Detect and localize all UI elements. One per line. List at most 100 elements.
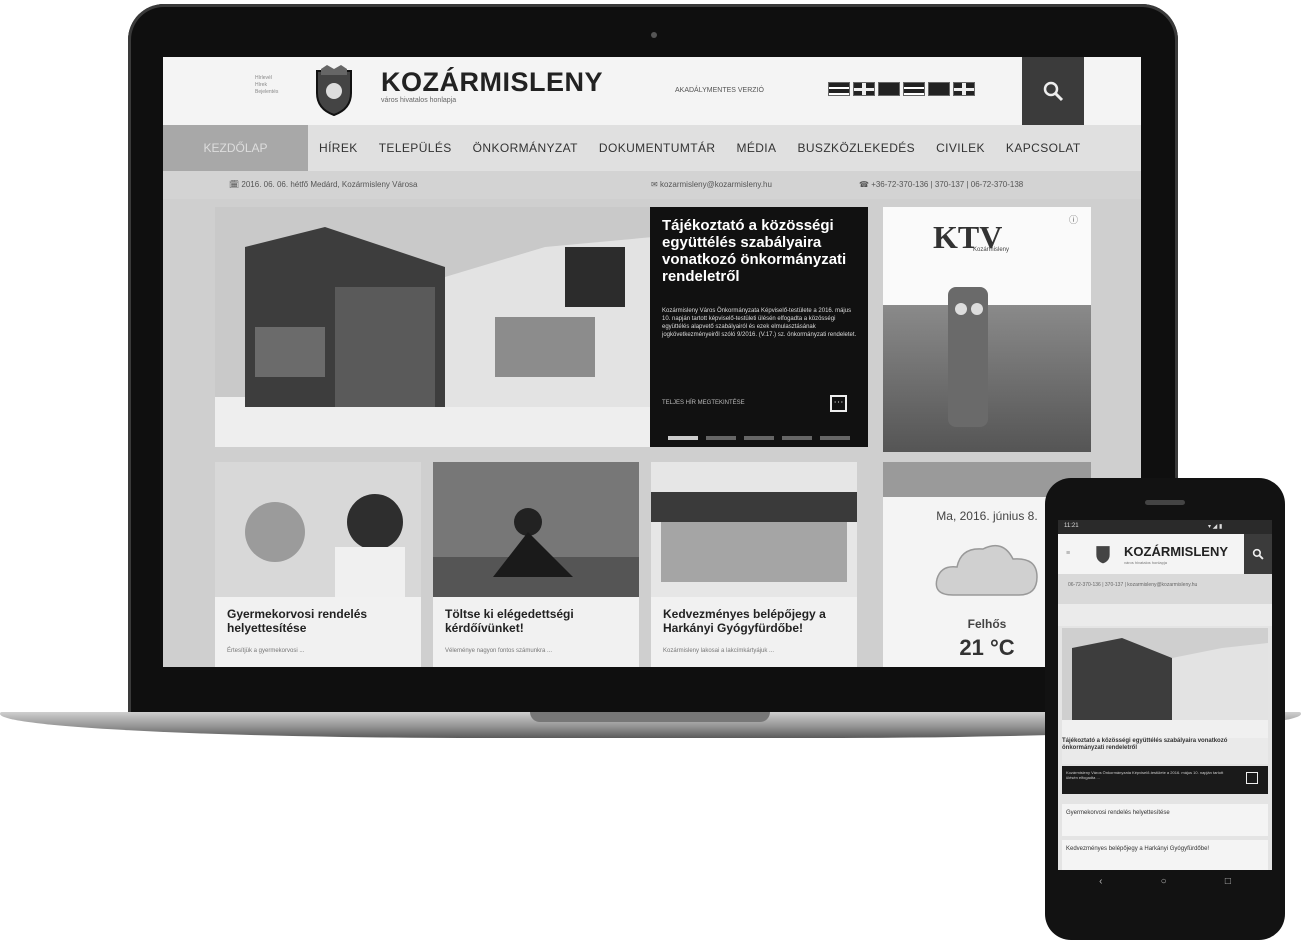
nav-item-settlement[interactable]: TELEPÜLÉS bbox=[379, 141, 452, 155]
flag-fi-icon[interactable] bbox=[953, 82, 975, 96]
mini-menu-item[interactable]: Hírlevél bbox=[255, 75, 295, 82]
hero-read-more-link[interactable]: TELJES HÍR MEGTEKINTÉSE bbox=[662, 400, 745, 406]
nav-item-home[interactable]: KEZDŐLAP bbox=[163, 125, 308, 171]
laptop-notch bbox=[530, 712, 770, 722]
phone-header: ≡ KOZÁRMISLENY város hivatalos honlapja bbox=[1058, 534, 1272, 574]
site-title[interactable]: KOZÁRMISLENY bbox=[381, 67, 603, 98]
hero-pagination bbox=[650, 428, 868, 447]
site-header: Hírlevél Hírek Bejelentés KOZÁRMISLENY v… bbox=[163, 57, 1141, 125]
news-card[interactable]: Gyermekorvosi rendelés helyettesítése Ér… bbox=[215, 462, 421, 667]
language-flags bbox=[828, 81, 975, 97]
news-title[interactable]: Gyermekorvosi rendelés helyettesítése bbox=[227, 607, 412, 635]
town-hall-image bbox=[215, 207, 653, 447]
cloud-icon bbox=[935, 544, 1038, 596]
home-icon[interactable]: ○ bbox=[1161, 876, 1167, 887]
camera-icon bbox=[651, 32, 657, 38]
search-button[interactable] bbox=[1022, 57, 1084, 125]
search-icon bbox=[1043, 81, 1064, 102]
news-image bbox=[215, 462, 421, 597]
more-icon[interactable]: ⋯ bbox=[830, 395, 847, 412]
news-card[interactable]: Kedvezményes belépőjegy a Harkányi Gyógy… bbox=[651, 462, 857, 667]
phone-status-bar: 11:21 ▾ ◢ ▮ bbox=[1058, 520, 1272, 534]
laptop-screen: Hírlevél Hírek Bejelentés KOZÁRMISLENY v… bbox=[163, 57, 1141, 667]
calendar-icon: 🗓 bbox=[229, 180, 242, 189]
news-excerpt: Értesítjük a gyermekorvosi ... bbox=[227, 648, 305, 654]
news-title[interactable]: Töltse ki elégedettségi kérdőívünket! bbox=[445, 607, 630, 635]
phone-news-item[interactable]: Gyermekorvosi rendelés helyettesítése bbox=[1062, 804, 1268, 836]
hero-dot[interactable] bbox=[782, 435, 812, 440]
info-date: 🗓 2016. 06. 06. hétfő Medárd, Kozármisle… bbox=[229, 180, 418, 189]
phone-search-button[interactable] bbox=[1244, 534, 1272, 574]
mini-menu-item[interactable]: Hírek bbox=[255, 82, 295, 89]
news-image bbox=[433, 462, 639, 597]
nav-item-news[interactable]: HÍREK bbox=[319, 141, 358, 155]
accessibility-link[interactable]: AKADÁLYMENTES VERZIÓ bbox=[675, 87, 764, 94]
ad-caption: Kozármisleny bbox=[973, 247, 1010, 253]
info-phone-text: +36-72-370-136 | 370-137 | 06-72-370-138 bbox=[871, 180, 1024, 189]
news-excerpt: Kozármisleny lakosai a lakcímkártyájuk .… bbox=[663, 648, 775, 654]
mini-menu-item[interactable]: Bejelentés bbox=[255, 89, 295, 96]
statue-image bbox=[948, 287, 988, 427]
nav-item-civil[interactable]: CIVILEK bbox=[936, 141, 985, 155]
nav-item-documents[interactable]: DOKUMENTUMTÁR bbox=[599, 141, 716, 155]
phone-news-title[interactable]: Gyermekorvosi rendelés helyettesítése bbox=[1062, 804, 1268, 822]
nav-item-bus[interactable]: BUSZKÖZLEKEDÉS bbox=[797, 141, 915, 155]
ad-banner[interactable]: KTV Kozármisleny ⓘ bbox=[883, 207, 1091, 452]
phone-info-text: 06-72-370-136 | 370-137 | kozarmisleny@k… bbox=[1068, 582, 1198, 588]
main-nav: KEZDŐLAP HÍREK TELEPÜLÉS ÖNKORMÁNYZAT DO… bbox=[163, 125, 1141, 171]
search-icon bbox=[1252, 548, 1264, 560]
nav-item-media[interactable]: MÉDIA bbox=[736, 141, 776, 155]
phone-hero-title[interactable]: Tájékoztató a közösségi együttélés szabá… bbox=[1062, 738, 1268, 764]
status-time: 11:21 bbox=[1064, 523, 1079, 529]
phone-screen: 11:21 ▾ ◢ ▮ ≡ KOZÁRMISLENY város hivatal… bbox=[1058, 520, 1272, 870]
site-subtitle: város hivatalos honlapja bbox=[381, 97, 457, 104]
news-excerpt: Véleménye nagyon fontos számunkra ... bbox=[445, 648, 553, 654]
hero-dot[interactable] bbox=[744, 435, 774, 440]
nav-item-government[interactable]: ÖNKORMÁNYZAT bbox=[473, 141, 578, 155]
phone-site-title[interactable]: KOZÁRMISLENY bbox=[1124, 544, 1228, 559]
status-icons: ▾ ◢ ▮ bbox=[1208, 524, 1223, 530]
flag-hr-icon[interactable] bbox=[903, 82, 925, 96]
nav-items: HÍREK TELEPÜLÉS ÖNKORMÁNYZAT DOKUMENTUMT… bbox=[319, 125, 1081, 171]
mail-icon: ✉ bbox=[651, 180, 660, 189]
hero-dot[interactable] bbox=[706, 435, 736, 440]
nav-item-contact[interactable]: KAPCSOLAT bbox=[1006, 141, 1081, 155]
phone-icon: ☎ bbox=[859, 180, 872, 189]
menu-icon[interactable]: ≡ bbox=[1066, 550, 1070, 557]
crest-icon[interactable] bbox=[311, 65, 357, 117]
phone-speaker bbox=[1145, 500, 1185, 505]
phone-hero-image[interactable] bbox=[1062, 628, 1268, 738]
back-icon[interactable]: ‹ bbox=[1099, 876, 1102, 887]
hero-dot[interactable] bbox=[820, 435, 850, 440]
news-image bbox=[651, 462, 857, 597]
flag-uk-icon[interactable] bbox=[853, 82, 875, 96]
hero-dot[interactable] bbox=[668, 435, 698, 440]
phone-news-title[interactable]: Kedvezményes belépőjegy a Harkányi Gyógy… bbox=[1062, 840, 1268, 858]
flag-de-icon[interactable] bbox=[878, 82, 900, 96]
flag-hu-icon[interactable] bbox=[828, 82, 850, 96]
info-bar: 🗓 2016. 06. 06. hétfő Medárd, Kozármisle… bbox=[163, 171, 1141, 199]
info-phone: ☎ +36-72-370-136 | 370-137 | 06-72-370-1… bbox=[859, 180, 1023, 189]
flag-fr-icon[interactable] bbox=[928, 82, 950, 96]
info-icon[interactable]: ⓘ bbox=[1069, 213, 1078, 226]
recents-icon[interactable]: □ bbox=[1225, 876, 1231, 887]
news-card[interactable]: Töltse ki elégedettségi kérdőívünket! Vé… bbox=[433, 462, 639, 667]
hero-caption: Tájékoztató a közösségi együttélés szabá… bbox=[650, 207, 868, 447]
phone-info-bar: 06-72-370-136 | 370-137 | kozarmisleny@k… bbox=[1058, 574, 1272, 604]
more-icon[interactable] bbox=[1246, 772, 1258, 784]
info-date-text: 2016. 06. 06. hétfő Medárd, Kozármisleny… bbox=[241, 180, 418, 189]
phone-nav-bar: ‹ ○ □ bbox=[1070, 870, 1260, 892]
hero-text: Kozármisleny Város Önkormányzata Képvise… bbox=[662, 308, 857, 338]
info-mail[interactable]: ✉ kozarmisleny@kozarmisleny.hu bbox=[651, 180, 772, 189]
phone-site-subtitle: város hivatalos honlapja bbox=[1124, 560, 1167, 565]
crest-icon[interactable] bbox=[1094, 543, 1112, 565]
phone-news-item[interactable]: Kedvezményes belépőjegy a Harkányi Gyógy… bbox=[1062, 840, 1268, 870]
hero-image[interactable] bbox=[215, 207, 653, 447]
town-hall-image bbox=[1062, 628, 1268, 738]
phone-hero-text: Kozármisleny Város Önkormányzata Képvise… bbox=[1066, 770, 1224, 780]
header-mini-menu: Hírlevél Hírek Bejelentés bbox=[255, 75, 295, 96]
info-mail-text[interactable]: kozarmisleny@kozarmisleny.hu bbox=[660, 180, 772, 189]
phone-hero-text-box: Kozármisleny Város Önkormányzata Képvise… bbox=[1062, 766, 1268, 794]
hero-title[interactable]: Tájékoztató a közösségi együttélés szabá… bbox=[662, 217, 858, 285]
news-title[interactable]: Kedvezményes belépőjegy a Harkányi Gyógy… bbox=[663, 607, 848, 635]
